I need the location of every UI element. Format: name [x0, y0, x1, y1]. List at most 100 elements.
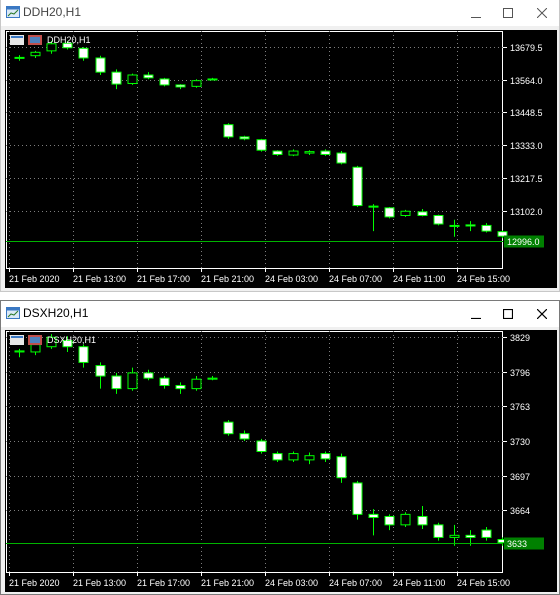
- price-chart[interactable]: 3829 3796 3763 3730 3697 3664 21 Feb 2020 21 Fe…: [5, 330, 557, 592]
- close-icon: [537, 8, 547, 18]
- candle: [159, 77, 170, 87]
- candle: [336, 151, 347, 165]
- candle-body-bear: [320, 453, 331, 460]
- candle-body-bear: [111, 71, 122, 85]
- candle: [78, 47, 89, 61]
- candle: [449, 219, 460, 237]
- candle: [111, 69, 122, 90]
- candle-body-bear: [95, 57, 106, 73]
- candle-body-bear: [465, 534, 476, 538]
- candle-body-bull: [14, 350, 25, 353]
- candle-body-bear: [417, 515, 428, 526]
- candle-body-bear: [384, 207, 395, 218]
- candle-body-bear: [352, 482, 363, 515]
- candle-body-bear: [78, 47, 89, 59]
- candle-body-bull: [30, 344, 41, 353]
- candle-body-bear: [175, 84, 186, 88]
- candle: [14, 55, 25, 61]
- candle-body-bear: [143, 372, 154, 379]
- candle-body-bear: [223, 124, 234, 138]
- candle: [191, 79, 202, 88]
- candle: [207, 376, 218, 381]
- candle-body-bear: [111, 375, 122, 390]
- candle-body-bear: [465, 224, 476, 227]
- candle: [320, 149, 331, 156]
- candle: [111, 372, 122, 394]
- candle-body-bull: [207, 377, 218, 380]
- candle-body-bear: [256, 139, 267, 151]
- symbol-label: DSXH20,H1: [47, 335, 97, 345]
- chart-window-icon: [6, 307, 20, 319]
- y-tick-label: 3763: [510, 402, 530, 412]
- candle: [288, 451, 299, 462]
- close-button[interactable]: [525, 301, 559, 327]
- candle: [352, 480, 363, 520]
- y-tick-label: 13679.5: [510, 43, 543, 53]
- candlestick-chart[interactable]: 3829 3796 3763 3730 3697 3664 21 Feb 2020 21 Fe…: [5, 330, 557, 592]
- x-tick-label: 24 Feb 15:00: [457, 578, 510, 588]
- minimize-button[interactable]: [459, 0, 493, 26]
- minimize-button[interactable]: [459, 301, 493, 327]
- candle: [95, 55, 106, 75]
- candle: [239, 430, 250, 442]
- candle-body-bull: [400, 513, 411, 526]
- candle-body-bear: [272, 150, 283, 155]
- candle-body-bear: [159, 78, 170, 86]
- candle-body-bull: [449, 224, 460, 227]
- candle: [320, 451, 331, 462]
- one-click-trading-icons[interactable]: [10, 335, 46, 345]
- close-icon: [537, 309, 547, 319]
- chart-window-icon: [6, 6, 20, 18]
- maximize-button[interactable]: [491, 0, 525, 26]
- candle-body-bull: [288, 150, 299, 156]
- candle: [384, 206, 395, 219]
- x-tick-label: 24 Feb 07:00: [329, 578, 382, 588]
- close-button[interactable]: [525, 0, 559, 26]
- y-tick-label: 13102.0: [510, 207, 543, 217]
- y-tick-label: 3829: [510, 333, 530, 343]
- maximize-button[interactable]: [491, 301, 525, 327]
- candle-body-bear: [143, 74, 154, 79]
- one-click-trading-icons[interactable]: [10, 35, 46, 45]
- window-title: DSXH20,H1: [23, 306, 89, 320]
- y-tick-label: 13448.5: [510, 108, 543, 118]
- candle: [127, 73, 138, 85]
- candle-body-bull: [127, 74, 138, 85]
- candle-body-bull: [207, 78, 218, 81]
- y-tick-label: 13333.0: [510, 141, 543, 151]
- candle: [143, 369, 154, 381]
- candle-body-bull: [30, 51, 41, 57]
- candle: [417, 505, 428, 530]
- candle: [272, 150, 283, 156]
- candle: [465, 221, 476, 232]
- title-bar[interactable]: DSXH20,H1: [1, 301, 559, 327]
- title-bar[interactable]: DDH20,H1: [1, 0, 559, 26]
- candle: [400, 209, 411, 217]
- candle-body-bull: [304, 151, 315, 154]
- candle: [127, 367, 138, 391]
- candle: [256, 138, 267, 152]
- candle-body-bear: [336, 456, 347, 479]
- candle-body-bear: [256, 440, 267, 452]
- candle: [304, 150, 315, 156]
- candlestick-chart[interactable]: 13679.5 13564.0 13448.5 13333.0 13217.5 13102…: [5, 30, 557, 288]
- x-tick-label: 21 Feb 2020: [9, 578, 60, 588]
- price-chart[interactable]: 13679.5 13564.0 13448.5 13333.0 13217.5 13102…: [5, 30, 557, 288]
- candle: [288, 149, 299, 157]
- x-tick-label: 24 Feb 07:00: [329, 274, 382, 284]
- candle-body-bear: [272, 453, 283, 461]
- y-tick-label: 13564.0: [510, 76, 543, 86]
- y-tick-label: 13217.5: [510, 174, 543, 184]
- candle: [95, 362, 106, 389]
- candle-body-bull: [304, 455, 315, 461]
- candle: [433, 214, 444, 226]
- y-tick-label: 3730: [510, 437, 530, 447]
- candle: [143, 72, 154, 80]
- candle-body-bear: [175, 384, 186, 390]
- candle-body-bear: [417, 211, 428, 216]
- candle-body-bull: [400, 210, 411, 216]
- candle-body-bear: [368, 205, 379, 208]
- window-title: DDH20,H1: [23, 5, 82, 19]
- candle: [272, 451, 283, 462]
- candle: [239, 135, 250, 141]
